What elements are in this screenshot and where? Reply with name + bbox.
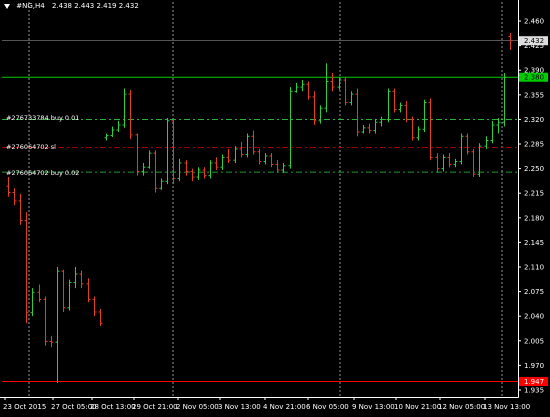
x-tick-label: 4 Nov 21:00: [263, 403, 306, 411]
x-tick-label: 10 Nov 21:00: [394, 403, 441, 411]
y-tick-label: 2.040: [524, 313, 544, 321]
y-tick-label: 1.935: [524, 386, 544, 394]
chevron-down-icon[interactable]: [4, 3, 10, 9]
x-tick-label: 3 Nov 13:00: [218, 403, 261, 411]
order-label-buy-1: #276733784 buy 0.01: [6, 114, 80, 122]
sl-label: #276064702 sl: [6, 143, 56, 151]
price-chart[interactable]: 2.4602.4252.3902.3552.3202.2852.2502.215…: [0, 0, 550, 413]
y-tick-label: 2.215: [524, 190, 544, 198]
chart-background: [0, 0, 550, 413]
x-tick-label: 28 Oct 13:00: [90, 403, 136, 411]
y-tick-label: 1.970: [524, 362, 544, 370]
y-tick-label: 2.460: [524, 18, 544, 26]
current-price-tag-text: 2.432: [524, 37, 544, 45]
x-tick-label: 6 Nov 05:00: [306, 403, 349, 411]
y-tick-label: 2.250: [524, 165, 544, 173]
y-tick-label: 2.110: [524, 263, 544, 271]
y-tick-label: 2.145: [524, 239, 544, 247]
symbol-label: #NG,H4: [16, 2, 45, 10]
y-tick-label: 2.285: [524, 141, 544, 149]
x-tick-label: 23 Oct 2015: [3, 403, 46, 411]
x-tick-label: 29 Oct 21:00: [132, 403, 178, 411]
ohlc-readout: 2.438 2.443 2.419 2.432: [51, 2, 139, 10]
x-tick-label: 13 Nov 13:00: [483, 403, 530, 411]
green-price-tag-text: 2.380: [524, 74, 544, 82]
y-tick-label: 2.180: [524, 214, 544, 222]
y-tick-label: 2.355: [524, 91, 544, 99]
chart-title-bar: #NG,H4 2.438 2.443 2.419 2.432: [4, 2, 139, 10]
y-tick-label: 2.005: [524, 337, 544, 345]
x-tick-label: 9 Nov 13:00: [352, 403, 395, 411]
chart-window[interactable]: 2.460 2.425 2.390 2.355 2.320 2.285 2.250 2.215…: [0, 0, 550, 413]
red-price-tag-text: 1.947: [524, 378, 544, 386]
x-tick-label: 12 Nov 05:00: [438, 403, 485, 411]
x-tick-label: 2 Nov 05:00: [176, 403, 219, 411]
y-tick-label: 2.075: [524, 288, 544, 296]
order-label-buy-2: #276064702 buy 0.02: [6, 169, 80, 177]
y-tick-label: 2.320: [524, 116, 544, 124]
